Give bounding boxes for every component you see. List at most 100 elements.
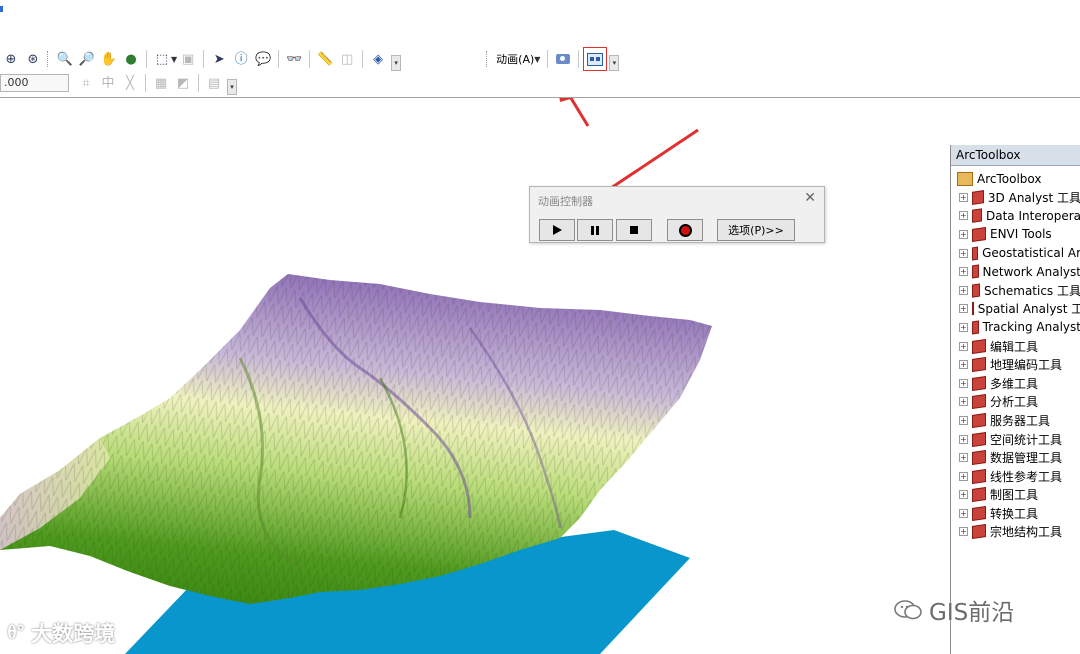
- toolbox-item[interactable]: + 制图工具: [951, 486, 1080, 505]
- layer-icon[interactable]: ▣: [178, 49, 198, 69]
- annotation-arrow-line: [569, 98, 590, 127]
- attributes-icon[interactable]: ▦: [151, 73, 171, 93]
- expand-icon[interactable]: +: [959, 527, 968, 537]
- expand-icon[interactable]: +: [959, 267, 968, 277]
- expand-icon[interactable]: +: [959, 471, 968, 481]
- chevron-down-icon[interactable]: ▼: [171, 55, 177, 64]
- pan-icon[interactable]: ✋: [99, 49, 119, 69]
- toolbar-separator: [278, 50, 280, 68]
- measure-icon[interactable]: 📏: [315, 49, 335, 69]
- toolbar-separator: [309, 50, 311, 68]
- toolbox-item[interactable]: + 编辑工具: [951, 337, 1080, 356]
- capture-view-icon[interactable]: [553, 49, 573, 69]
- reshape-icon[interactable]: 中: [98, 73, 118, 93]
- toolbox-item[interactable]: + 转换工具: [951, 504, 1080, 523]
- sketch-icon[interactable]: ◩: [173, 73, 193, 93]
- toolbox-item[interactable]: +3D Analyst 工具: [951, 188, 1080, 207]
- expand-icon[interactable]: +: [959, 192, 968, 202]
- toolbox-item[interactable]: + 多维工具: [951, 374, 1080, 393]
- html-popup-icon[interactable]: 💬: [253, 49, 273, 69]
- properties-icon[interactable]: ▤: [204, 73, 224, 93]
- 3d-scene-view[interactable]: [0, 98, 948, 654]
- expand-icon[interactable]: +: [959, 415, 968, 425]
- expand-icon[interactable]: +: [959, 211, 968, 221]
- toolbox-item[interactable]: + Tracking Analyst: [951, 318, 1080, 337]
- open-animation-controls-button[interactable]: [583, 47, 608, 71]
- toolbar-overflow-button[interactable]: ▾: [609, 55, 620, 71]
- globe-icon[interactable]: ●: [121, 49, 141, 69]
- expand-icon[interactable]: +: [959, 304, 968, 314]
- toolbox-item[interactable]: + 服务器工具: [951, 411, 1080, 430]
- expand-icon[interactable]: +: [959, 397, 968, 407]
- toolbox-icon: [972, 468, 986, 484]
- expand-icon[interactable]: +: [959, 434, 968, 444]
- toolbar-overflow-button[interactable]: ▾: [391, 55, 402, 71]
- toolbox-item-label: 地理编码工具: [990, 358, 1063, 373]
- toolbox-icon: [972, 450, 986, 466]
- zoom-in-icon[interactable]: 🔍: [55, 49, 75, 69]
- toolbox-item[interactable]: + Data Interopera: [951, 207, 1080, 226]
- toolbar-grip[interactable]: [47, 51, 51, 67]
- toolbox-item-label: 宗地结构工具: [990, 525, 1063, 540]
- expand-icon[interactable]: +: [959, 229, 968, 239]
- cut-icon[interactable]: ╳: [120, 73, 140, 93]
- expand-icon[interactable]: +: [959, 453, 968, 463]
- expand-icon[interactable]: +: [959, 378, 968, 388]
- identify-icon[interactable]: ⓘ: [231, 49, 251, 69]
- expand-icon[interactable]: +: [959, 322, 968, 332]
- toolbox-item[interactable]: + 宗地结构工具: [951, 523, 1080, 542]
- edit-vertices-icon[interactable]: ⌗: [76, 73, 96, 93]
- dialog-title: 动画控制器: [538, 195, 593, 208]
- toolbox-icon: [972, 338, 986, 354]
- toolbox-item[interactable]: + 线性参考工具: [951, 467, 1080, 486]
- animation-toolbar-grip[interactable]: [486, 51, 490, 67]
- wechat-icon: [894, 600, 922, 620]
- toolbox-item[interactable]: + Spatial Analyst 工: [951, 300, 1080, 319]
- options-button[interactable]: 选项(P)>>: [717, 219, 795, 241]
- window-title-strip: [0, 0, 1080, 20]
- full-extent-icon[interactable]: ⊕: [1, 49, 21, 69]
- watermark-logo-icon: ᦲ°: [8, 622, 26, 643]
- toolbox-icon: [971, 283, 981, 298]
- close-icon[interactable]: ✕: [804, 190, 816, 206]
- stop-icon: [630, 226, 638, 234]
- toolbox-item[interactable]: + Schematics 工具: [951, 281, 1080, 300]
- toolbox-icon: [971, 208, 982, 224]
- 3d-view-icon[interactable]: ◈: [368, 49, 388, 69]
- select-icon[interactable]: ➤: [209, 49, 229, 69]
- toolbox-item[interactable]: + ENVI Tools: [951, 225, 1080, 244]
- expand-icon[interactable]: +: [959, 285, 968, 295]
- find-icon[interactable]: 👓: [284, 49, 304, 69]
- expand-icon[interactable]: +: [959, 341, 968, 351]
- toolbox-icon: [972, 227, 986, 242]
- toolbox-item[interactable]: + 数据管理工具: [951, 448, 1080, 467]
- tree-root[interactable]: ArcToolbox: [951, 170, 1080, 188]
- panel-title: ArcToolbox: [951, 145, 1080, 166]
- toolbar-separator: [362, 50, 364, 68]
- toolbox-item[interactable]: + 分析工具: [951, 393, 1080, 412]
- toolbar-separator: [198, 74, 199, 92]
- toolbar-overflow-button[interactable]: ▾: [227, 79, 237, 95]
- toolbox-item-label: 数据管理工具: [990, 451, 1063, 466]
- zoom-out-icon[interactable]: 🔎: [77, 49, 97, 69]
- toolbox-icon: [971, 246, 979, 261]
- expand-icon[interactable]: +: [959, 248, 968, 258]
- toolbox-item[interactable]: + 地理编码工具: [951, 355, 1080, 374]
- expand-icon[interactable]: +: [959, 360, 968, 370]
- play-button[interactable]: [539, 219, 575, 241]
- expand-icon[interactable]: +: [959, 508, 968, 518]
- fixed-zoom-icon[interactable]: ⊛: [23, 49, 43, 69]
- toolbox-item[interactable]: + Network Analyst: [951, 262, 1080, 281]
- pause-button[interactable]: [577, 219, 613, 241]
- toolbox-item[interactable]: + Geostatistical Ar: [951, 244, 1080, 263]
- toolbox-icon: [971, 189, 984, 205]
- time-slider-icon[interactable]: ◫: [337, 49, 357, 69]
- animation-controller-dialog: 动画控制器 ✕ 选项(P)>>: [529, 186, 825, 243]
- expand-icon[interactable]: +: [959, 490, 968, 500]
- toolbox-item[interactable]: + 空间统计工具: [951, 430, 1080, 449]
- record-button[interactable]: [667, 219, 703, 241]
- animation-menu[interactable]: 动画(A) ▼: [493, 51, 543, 67]
- stop-button[interactable]: [616, 219, 652, 241]
- navigate-icon[interactable]: ⬚: [152, 49, 172, 69]
- scale-input[interactable]: .000: [0, 74, 69, 92]
